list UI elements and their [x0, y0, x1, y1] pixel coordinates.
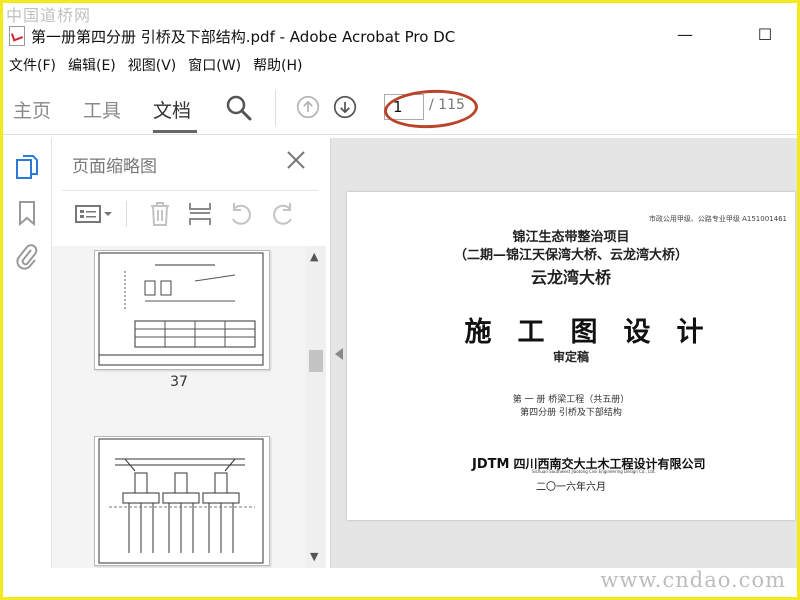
- main-title: 施工图设计: [464, 317, 730, 348]
- bookmark-icon[interactable]: [17, 200, 37, 226]
- panel-title: 页面缩略图: [72, 157, 157, 177]
- thumbnail-page-37[interactable]: [94, 250, 270, 370]
- thumbnails-panel: 页面缩略图 37 ▲ ▼: [52, 138, 331, 568]
- scroll-down-icon[interactable]: ▼: [310, 550, 318, 563]
- volume-line-1: 第 一 册 桥梁工程（共五册）: [512, 395, 630, 405]
- thumbnail-list: 37: [52, 246, 306, 568]
- left-icon-strip: [3, 138, 52, 568]
- toolbar-separator: [275, 90, 276, 126]
- document-page: 市政公用甲级、公路专业甲级 A151001461 锦江生态带整治项目 （二期—锦…: [347, 192, 795, 520]
- project-line-3: 云龙湾大桥: [530, 268, 611, 287]
- tab-tools[interactable]: 工具: [83, 96, 121, 123]
- title-bar: 第一册第四分册 引桥及下部结构.pdf - Adobe Acrobat Pro …: [3, 22, 797, 50]
- minimize-button[interactable]: —: [663, 22, 707, 50]
- tab-home[interactable]: 主页: [13, 96, 51, 123]
- menu-edit[interactable]: 编辑(E): [62, 54, 122, 78]
- thumbnail-label: 37: [170, 374, 188, 390]
- active-tab-indicator: [153, 130, 197, 133]
- company-logo: JDTM: [472, 457, 510, 472]
- project-line-2: （二期—锦江天保湾大桥、云龙湾大桥）: [453, 248, 688, 263]
- menu-bar: 文件(F) 编辑(E) 视图(V) 窗口(W) 帮助(H): [3, 54, 309, 78]
- window-title: 第一册第四分册 引桥及下部结构.pdf - Adobe Acrobat Pro …: [31, 28, 456, 46]
- panel-toolbar: [62, 190, 318, 237]
- menu-window[interactable]: 窗口(W): [182, 54, 247, 78]
- scroll-up-icon[interactable]: ▲: [310, 250, 318, 263]
- watermark-bottom: www.cndao.com: [600, 568, 786, 592]
- menu-file[interactable]: 文件(F): [3, 54, 62, 78]
- watermark-top: 中国道桥网: [6, 6, 92, 25]
- certificate-header: 市政公用甲级、公路专业甲级 A151001461: [648, 215, 787, 223]
- drawing-thumbnail: [98, 252, 264, 366]
- search-icon[interactable]: [225, 94, 253, 122]
- volume-line-2: 第四分册 引桥及下部结构: [520, 408, 622, 418]
- subtitle: 审定稿: [552, 350, 589, 364]
- document-view: 市政公用甲级、公路专业甲级 A151001461 锦江生态带整治项目 （二期—锦…: [331, 138, 797, 568]
- redo-icon[interactable]: [270, 201, 296, 227]
- scrollbar-thumb[interactable]: [309, 350, 323, 372]
- menu-view[interactable]: 视图(V): [122, 54, 183, 78]
- insert-page-icon[interactable]: [188, 201, 212, 227]
- arrow-down-icon[interactable]: [333, 95, 357, 119]
- project-line-1: 锦江生态带整治项目: [512, 230, 630, 245]
- pages-icon[interactable]: [15, 154, 39, 182]
- company-name-english: Sichuan Southwest Jiaotong Civil Enginee…: [532, 469, 656, 474]
- paperclip-icon[interactable]: [15, 242, 39, 272]
- menu-help[interactable]: 帮助(H): [247, 54, 308, 78]
- tab-document[interactable]: 文档: [153, 96, 191, 123]
- collapse-panel-icon[interactable]: [335, 348, 343, 360]
- arrow-up-icon[interactable]: [296, 95, 320, 119]
- document-date: 二〇一六年六月: [536, 482, 606, 493]
- thumbnail-scrollbar[interactable]: ▲ ▼: [306, 246, 326, 568]
- drawing-thumbnail: [98, 438, 264, 564]
- maximize-button[interactable]: ☐: [743, 22, 787, 50]
- close-icon[interactable]: [284, 148, 308, 172]
- thumbnail-page-38[interactable]: [94, 436, 270, 566]
- options-icon[interactable]: [74, 203, 114, 225]
- pdf-file-icon: [9, 26, 25, 46]
- undo-icon[interactable]: [228, 201, 254, 227]
- trash-icon[interactable]: [148, 201, 172, 227]
